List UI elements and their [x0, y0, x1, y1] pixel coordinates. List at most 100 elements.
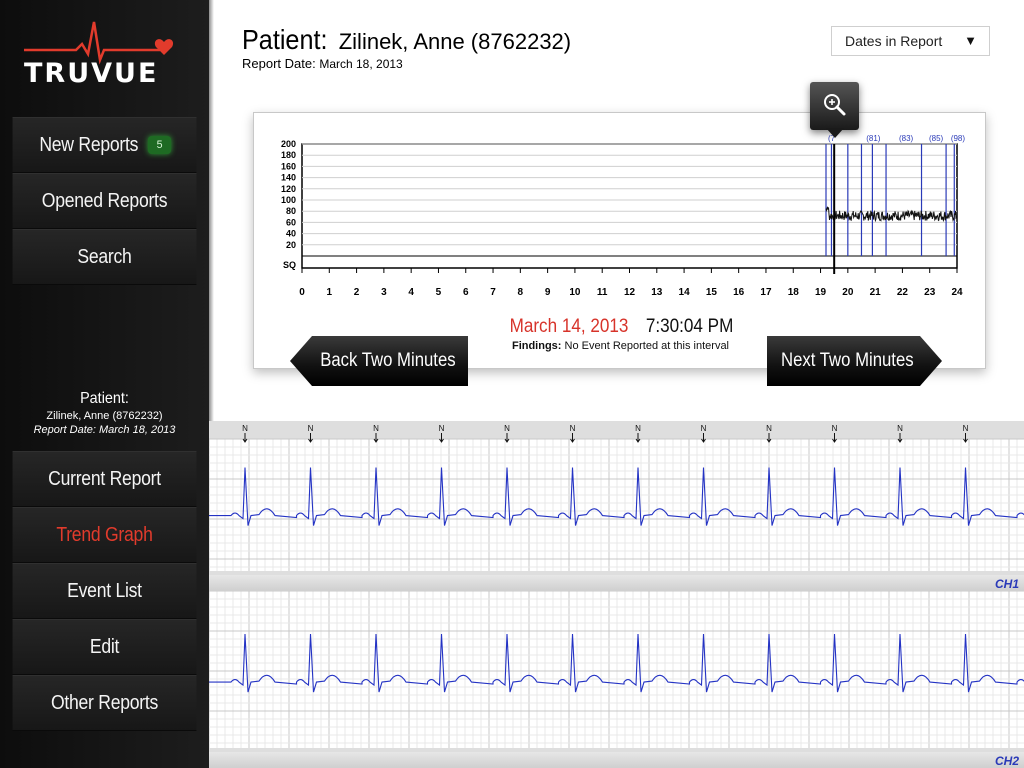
sidebar-bottom-nav: Current Report Trend Graph Event List Ed… — [0, 451, 209, 731]
x-tick-label: 0 — [299, 287, 305, 298]
beat-label: N — [570, 424, 576, 433]
findings-label: Findings: — [511, 340, 562, 352]
new-reports-count-badge: 5 — [147, 136, 171, 154]
y-tick-label: 100 — [281, 195, 296, 205]
zoom-in-button[interactable] — [810, 82, 859, 130]
sidebar-patient-info: Patient: Zilinek, Anne (8762232) Report … — [0, 390, 209, 436]
y-tick-label: 40 — [286, 229, 296, 239]
sidebar-top-nav: New Reports 5 Opened Reports Search — [0, 117, 209, 285]
beat-label: N — [242, 424, 248, 433]
sidebar-item-new-reports[interactable]: New Reports 5 — [12, 117, 197, 173]
beat-label: N — [308, 424, 314, 433]
x-tick-label: 16 — [733, 287, 745, 298]
x-tick-label: 19 — [815, 287, 827, 298]
trend-chart[interactable]: 20018016014012010080604020SQ0 1 2 3 4 5 6 7 8 9 10… — [254, 113, 987, 313]
ecg-strips: N N N N N N N N N N N N CH1 CH2 — [209, 421, 1024, 768]
sidebar-item-label: Event List — [67, 579, 142, 602]
truvue-logo: TRUVUE — [14, 14, 194, 94]
ecg-strip-ch1: NNNNNNNNNNNN — [209, 424, 1024, 571]
sidebar: TRUVUE New Reports 5 Opened Reports Sear… — [0, 0, 209, 768]
strip-footer-ch2: CH2 — [209, 752, 1024, 768]
x-tick-label: 2 — [354, 287, 360, 298]
beat-label: N — [766, 424, 772, 433]
sidebar-item-trend-graph[interactable]: Trend Graph — [12, 507, 197, 563]
x-tick-label: 24 — [951, 287, 963, 298]
plot-frame — [301, 143, 958, 269]
x-tick-label: 13 — [651, 287, 663, 298]
y-tick-label: 20 — [286, 240, 296, 250]
sidebar-item-label: Trend Graph — [56, 523, 153, 546]
patient-name: Zilinek, Anne (8762232) — [338, 29, 572, 54]
y-tick-label: 80 — [286, 206, 296, 216]
beat-label: N — [373, 424, 379, 433]
page-title: Patient: Zilinek, Anne (8762232) — [242, 24, 571, 56]
sidebar-item-label: Other Reports — [50, 691, 159, 714]
trend-graph-panel: 200 180 160 140 120 100 80 60 40 20 SQ 0 1 2 3 4 5 6 7 8 9 10… — [253, 112, 986, 369]
zoom-in-icon — [824, 94, 846, 116]
sidebar-item-label: Search — [77, 245, 132, 268]
x-tick-label: 22 — [897, 287, 909, 298]
beat-label: N — [635, 424, 641, 433]
zoom-pointer — [826, 128, 844, 138]
sidebar-item-edit[interactable]: Edit — [12, 619, 197, 675]
sidebar-item-opened-reports[interactable]: Opened Reports — [12, 173, 197, 229]
y-tick-label: 60 — [286, 217, 296, 227]
patient-label: Patient: — [242, 24, 328, 55]
back-two-minutes-button[interactable]: Back Two Minutes — [290, 336, 468, 386]
sidebar-item-label: Opened Reports — [41, 189, 168, 212]
next-two-minutes-button[interactable]: Next Two Minutes — [767, 336, 942, 386]
beat-label: N — [832, 424, 838, 433]
x-tick-label: 17 — [760, 287, 772, 298]
x-tick-label: 11 — [597, 287, 608, 298]
sidebar-item-label: New Reports — [39, 133, 139, 156]
beat-label: N — [504, 424, 510, 433]
chevron-down-icon: ▼ — [964, 33, 977, 48]
event-marker-label: (83) — [899, 134, 914, 143]
sidebar-item-search[interactable]: Search — [12, 229, 197, 285]
y-tick-label: 120 — [281, 184, 296, 194]
x-tick-label: 9 — [545, 287, 551, 298]
report-date-value: March 18, 2013 — [319, 57, 403, 71]
report-date-label: Report Date: — [242, 56, 316, 71]
strip-footer-ch1: CH1 — [209, 575, 1024, 591]
x-tick-label: 1 — [327, 287, 333, 298]
sidebar-item-label: Edit — [89, 635, 120, 658]
sidebar-patient-name: Zilinek, Anne (8762232) — [46, 410, 163, 422]
y-tick-label: 200 — [281, 139, 296, 149]
channel-label-ch1: CH1 — [994, 577, 1019, 591]
x-tick-label: 7 — [490, 287, 496, 298]
x-tick-label: 4 — [408, 287, 414, 298]
event-date: March 14, 2013 — [509, 316, 629, 337]
x-tick-label: 18 — [788, 287, 800, 298]
beat-label: N — [439, 424, 445, 433]
x-tick-label: 5 — [436, 287, 442, 298]
back-button-label: Back Two Minutes — [320, 350, 456, 371]
event-marker-label: (98) — [951, 134, 966, 143]
dates-in-report-dropdown[interactable]: Dates in Report ▼ — [831, 26, 990, 56]
ecg-strip-ch2 — [209, 591, 1024, 748]
beat-label: N — [963, 424, 969, 433]
y-tick-label: 140 — [281, 173, 296, 183]
event-marker-label: (85) — [929, 134, 944, 143]
next-button-label: Next Two Minutes — [781, 350, 914, 371]
findings-value: No Event Reported at this interval — [564, 340, 730, 352]
sidebar-item-label: Current Report — [48, 467, 161, 490]
sidebar-item-current-report[interactable]: Current Report — [12, 451, 197, 507]
event-marker-label: (81) — [866, 134, 881, 143]
y-tick-label: 180 — [281, 150, 296, 160]
sidebar-report-date: Report Date: March 18, 2013 — [33, 424, 176, 436]
sidebar-item-other-reports[interactable]: Other Reports — [12, 675, 197, 731]
x-tick-label: 12 — [624, 287, 636, 298]
y-tick-label: SQ — [283, 260, 296, 270]
x-tick-label: 8 — [518, 287, 524, 298]
beat-label: N — [897, 424, 903, 433]
event-timestamp: March 14, 2013 7:30:04 PM — [254, 316, 987, 338]
dropdown-selected-value: Dates in Report — [845, 33, 943, 49]
x-tick-label: 3 — [381, 287, 387, 298]
sidebar-item-event-list[interactable]: Event List — [12, 563, 197, 619]
x-tick-label: 20 — [842, 287, 854, 298]
x-tick-label: 6 — [463, 287, 469, 298]
patient-header: Patient: Zilinek, Anne (8762232) Report … — [242, 24, 571, 71]
channel-label-ch2: CH2 — [994, 754, 1019, 768]
x-tick-label: 15 — [706, 287, 718, 298]
